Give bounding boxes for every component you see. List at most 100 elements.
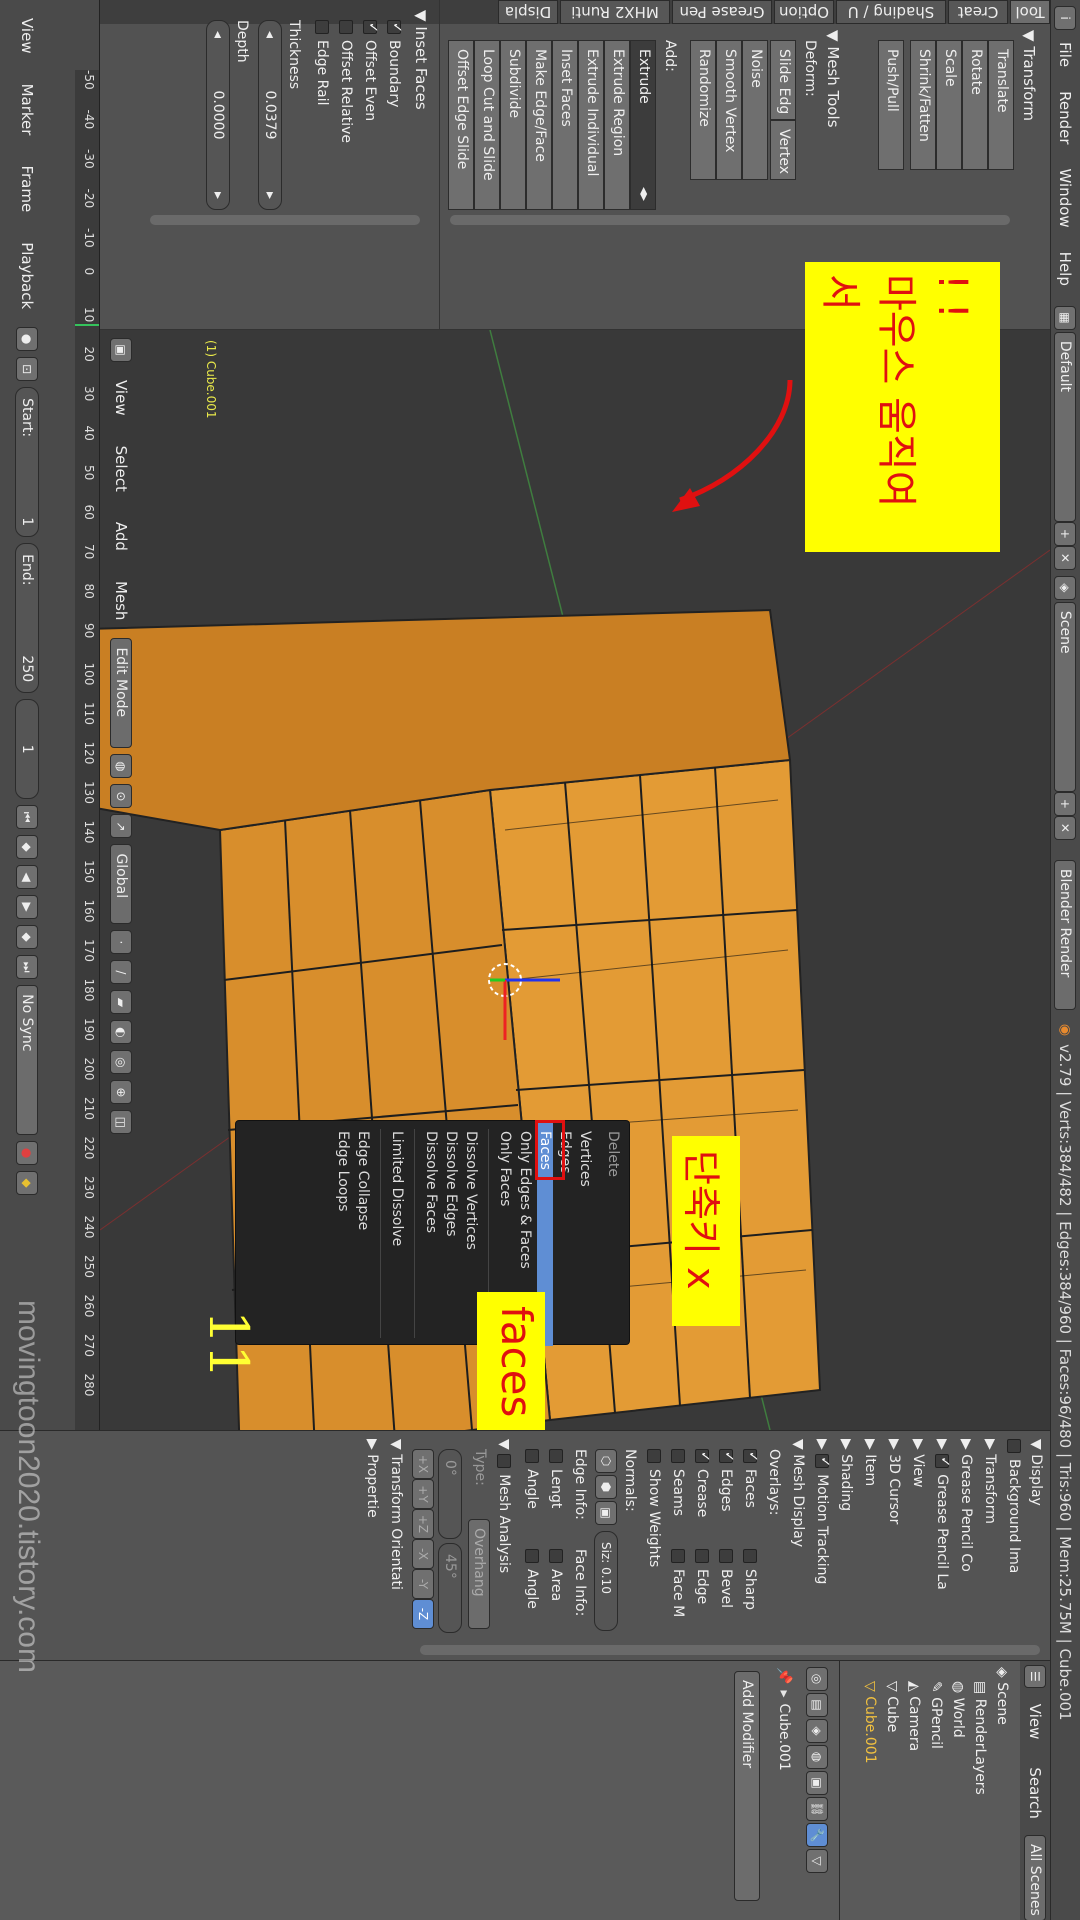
modifier-tab-icon[interactable]: 🔧 [806,1823,828,1847]
tab-shading-uv[interactable]: Shading / U [836,0,946,24]
play-icon[interactable]: ▶ [16,895,38,920]
keying-set-icon[interactable]: ◆ [16,1171,38,1196]
edge-angle-checkbox[interactable]: Angle [524,1449,540,1509]
menu-add[interactable]: Add [112,510,130,563]
face-normal-icon[interactable]: ▣ [595,1501,617,1525]
vertex-select-icon[interactable]: · [110,930,132,955]
edge-rail-checkbox[interactable]: Edge Rail [314,20,330,105]
noise-button[interactable]: Noise [742,40,768,180]
current-frame-marker[interactable] [75,324,99,326]
background-images-header[interactable]: Background Ima [1006,1439,1022,1573]
add-modifier-button[interactable]: Add Modifier [734,1671,760,1901]
jump-end-icon[interactable]: ⏭ [16,955,38,980]
delete-only-edges-faces-item[interactable]: Only Edges & Faces [517,1131,533,1269]
section-grease-pencil-colors[interactable]: ▶ Grease Pencil Co [958,1439,974,1572]
tree-item-scene[interactable]: ◈ Scene [988,1667,1010,1907]
pin-icon[interactable]: 📌 [776,1667,792,1684]
render-preview-icon[interactable]: ◫ [110,1110,132,1135]
section-3d-cursor[interactable]: ▶ 3D Cursor [886,1439,902,1524]
viewport-shading-icon[interactable]: ◍ [110,754,132,779]
rotate-button[interactable]: Rotate [962,40,988,170]
tab-create[interactable]: Creat [948,0,1008,24]
layout-selector[interactable]: Default [1054,331,1077,522]
loop-cut-slide-button[interactable]: Loop Cut and Slide [474,40,500,210]
display-header[interactable]: ▼ Display [1028,1439,1044,1506]
tree-item-cube[interactable]: ▽ Cube [878,1667,900,1907]
dissolve-vertices-item[interactable]: Dissolve Vertices [463,1131,479,1250]
overlay-faces-checkbox[interactable]: Faces [742,1449,758,1508]
data-tab-icon[interactable]: ▽ [806,1849,828,1873]
section-view[interactable]: ▶ View [910,1439,926,1487]
overlay-bevel-checkbox[interactable]: Bevel [718,1549,734,1608]
tree-item-camera[interactable]: ◭ Camera [900,1667,922,1907]
face-angle-checkbox[interactable]: Angle [524,1549,540,1609]
inset-faces-button[interactable]: Inset Faces [552,40,578,210]
push-pull-button[interactable]: Push/Pull [878,40,904,170]
menu-file[interactable]: File [1057,30,1075,79]
split-normal-icon[interactable]: ⬢ [595,1475,617,1499]
current-frame-field[interactable]: 1 [15,699,39,800]
tree-item-world[interactable]: ◍ World [944,1667,966,1907]
scene-icon[interactable]: ◈ [1054,575,1077,600]
manipulator-icon[interactable]: ↗ [110,814,132,839]
view3d-editor-icon[interactable]: ▣ [110,338,132,362]
play-reverse-icon[interactable]: ◀ [16,865,38,890]
offset-edge-slide-button[interactable]: Offset Edge Slide [448,40,474,210]
snap-icon[interactable]: ⊕ [110,1080,132,1105]
edge-loops-item[interactable]: Edge Loops [335,1131,351,1212]
menu-mesh[interactable]: Mesh [112,569,130,633]
transform-orientations-header[interactable]: ▼ Transform Orientati [388,1439,404,1590]
end-frame-field[interactable]: End: 250 [15,543,39,694]
angle-max-field[interactable]: 45° [438,1543,462,1633]
add-scene-icon[interactable]: + [1054,791,1077,816]
menu-help[interactable]: Help [1057,240,1075,298]
tab-grease-pencil[interactable]: Grease Pen [672,0,772,24]
timeline-menu-marker[interactable]: Marker [18,72,36,148]
inset-faces-header[interactable]: ▼ Inset Faces [412,10,430,110]
edge-collapse-item[interactable]: Edge Collapse [355,1131,371,1230]
subdivide-button[interactable]: Subdivide [500,40,526,210]
mesh-tools-header[interactable]: ▼ Mesh Tools [824,30,842,128]
layers-tab-icon[interactable]: ▤ [806,1693,828,1717]
close-scene-icon[interactable]: ✕ [1054,815,1077,840]
outliner-editor-icon[interactable]: ☰ [1024,1665,1046,1688]
scale-button[interactable]: Scale [936,40,962,170]
menu-select[interactable]: Select [112,434,130,504]
thickness-field[interactable]: ◂ 0.0379 ▸ [258,20,282,210]
offset-even-checkbox[interactable]: Offset Even [362,20,378,121]
next-keyframe-icon[interactable]: ◆ [16,925,38,950]
axis-neg-x-button[interactable]: -X [412,1539,434,1569]
tab-mhx2-runtime[interactable]: MHX2 Runti [560,0,670,24]
sync-selector[interactable]: No Sync [16,985,38,1136]
randomize-button[interactable]: Randomize [690,40,716,180]
axis-pos-y-button[interactable]: +Y [412,1479,434,1509]
menu-window[interactable]: Window [1057,157,1075,240]
boundary-checkbox[interactable]: Boundary [386,20,402,107]
layout-icon[interactable]: ▦ [1054,305,1077,330]
outliner-menu-view[interactable]: View [1026,1692,1044,1752]
edge-select-icon[interactable]: / [110,960,132,985]
overlay-edge-checkbox[interactable]: Edge [694,1549,710,1604]
close-layout-icon[interactable]: ✕ [1054,545,1077,570]
overlay-seams-checkbox[interactable]: Seams [670,1449,686,1516]
tree-item-gpencil[interactable]: ✎ GPencil [922,1667,944,1907]
tab-display[interactable]: Displa [498,0,558,24]
orientation-selector[interactable]: Global [110,844,132,925]
translate-button[interactable]: Translate [988,40,1014,170]
transform-panel-header[interactable]: ▼ Transform [1020,30,1038,121]
timeline-menu-playback[interactable]: Playback [18,230,36,321]
timeline-menu-view[interactable]: View [18,6,36,66]
section-transform[interactable]: ▶ Transform [982,1439,998,1524]
overlay-face-maps-checkbox[interactable]: Face M [670,1549,686,1617]
info-icon[interactable]: i [1054,6,1077,30]
extrude-individual-button[interactable]: Extrude Individual [578,40,604,210]
operator-panel-scrollbar[interactable] [150,215,420,225]
menu-view[interactable]: View [112,368,130,428]
auto-key-icon[interactable]: ● [16,1141,38,1166]
dissolve-edges-item[interactable]: Dissolve Edges [443,1131,459,1237]
axis-neg-y-button[interactable]: -Y [412,1569,434,1599]
scene-selector[interactable]: Scene [1054,601,1077,792]
extrude-dropdown[interactable]: Extrude ◂▸ [630,40,656,210]
constraints-tab-icon[interactable]: ⛓ [806,1797,828,1821]
object-tab-icon[interactable]: ▣ [806,1771,828,1795]
